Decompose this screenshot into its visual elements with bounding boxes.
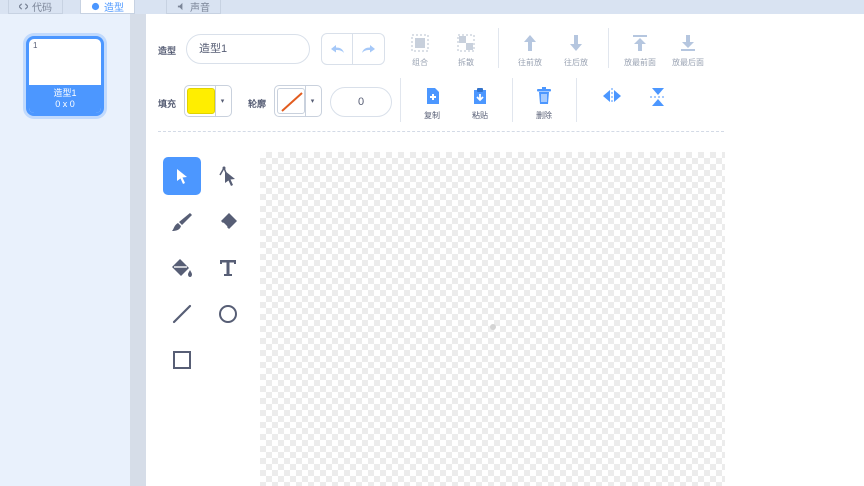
- paint-editor: 造型 造型1 组合 拆散 往前放 往后放 放最前面 放最后面 填充 ▾ 轮廓 ▾…: [146, 14, 864, 486]
- toolbar-divider: [576, 78, 577, 122]
- back-button[interactable]: 放最后面: [668, 31, 708, 71]
- toolbar-divider: [400, 78, 401, 122]
- ungroup-button[interactable]: 拆散: [446, 31, 486, 71]
- brush-icon: [172, 213, 192, 231]
- reshape-tool[interactable]: [209, 157, 247, 195]
- outline-label: 轮廓: [248, 99, 267, 109]
- arrow-up-icon: [524, 35, 536, 51]
- text-t-icon: [220, 260, 236, 276]
- flip-horizontal-icon: [603, 88, 621, 104]
- trash-icon: [537, 87, 551, 104]
- eraser-icon: [221, 213, 237, 229]
- undo-icon: [331, 45, 344, 53]
- paste-button[interactable]: 粘贴: [460, 84, 500, 124]
- costume-list: 1 造型1 0 x 0: [0, 14, 130, 486]
- costume-icon: [91, 2, 100, 11]
- costume-item[interactable]: 1 造型1 0 x 0: [26, 36, 104, 116]
- tab-sound-label: 声音: [190, 3, 210, 14]
- arrow-down-icon: [570, 35, 582, 51]
- reshape-icon: [219, 166, 235, 186]
- fill-label: 填充: [158, 99, 177, 109]
- rectangle-tool[interactable]: [163, 341, 201, 379]
- canvas-center-marker: [490, 324, 496, 330]
- undo-button[interactable]: [321, 33, 353, 65]
- tab-sound[interactable]: 声音: [166, 0, 221, 14]
- flip-vertical-button[interactable]: [638, 84, 678, 124]
- costume-name: 造型1: [53, 88, 77, 98]
- circle-icon: [219, 305, 237, 323]
- costume-name-label: 造型: [158, 46, 177, 56]
- costume-index: 1: [33, 41, 38, 50]
- outline-color-picker[interactable]: ▾: [274, 85, 322, 117]
- paste-caption: 粘贴: [472, 111, 488, 120]
- group-caption: 组合: [412, 58, 428, 67]
- flip-vertical-icon: [650, 88, 666, 106]
- ungroup-icon: [457, 34, 475, 52]
- rectangle-icon: [173, 351, 191, 369]
- drawing-canvas[interactable]: [260, 152, 725, 486]
- costume-size: 0 x 0: [55, 99, 75, 109]
- tab-bar: 代码 造型 声音: [0, 0, 864, 14]
- cursor-arrow-icon: [177, 169, 187, 184]
- backward-button[interactable]: 往后放: [556, 31, 596, 71]
- outline-width-input[interactable]: 0: [330, 87, 392, 117]
- eraser-tool[interactable]: [209, 203, 247, 241]
- code-icon: [19, 3, 28, 10]
- send-to-back-icon: [681, 35, 695, 51]
- toolbar-divider: [608, 28, 609, 68]
- fill-tool[interactable]: [163, 249, 201, 287]
- fill-color-picker[interactable]: ▾: [184, 85, 232, 117]
- caret-down-icon: ▾: [305, 86, 319, 116]
- text-tool[interactable]: [209, 249, 247, 287]
- tab-code-label: 代码: [32, 3, 52, 14]
- line-icon: [172, 304, 192, 324]
- line-tool[interactable]: [163, 295, 201, 333]
- forward-button[interactable]: 往前放: [510, 31, 550, 71]
- front-caption: 放最前面: [624, 58, 656, 67]
- bring-to-front-icon: [633, 35, 647, 51]
- toolbar-separator: [158, 131, 724, 132]
- undo-redo-group: [321, 33, 385, 65]
- group-button[interactable]: 组合: [400, 31, 440, 71]
- copy-caption: 复制: [424, 111, 440, 120]
- flip-horizontal-button[interactable]: [592, 84, 632, 124]
- group-icon: [411, 34, 429, 52]
- back-caption: 放最后面: [672, 58, 704, 67]
- circle-tool[interactable]: [209, 295, 247, 333]
- tab-costume-label: 造型: [104, 3, 124, 14]
- caret-down-icon: ▾: [215, 86, 229, 116]
- select-tool[interactable]: [163, 157, 201, 195]
- outline-swatch: [277, 88, 305, 114]
- ungroup-caption: 拆散: [458, 58, 474, 67]
- front-button[interactable]: 放最前面: [620, 31, 660, 71]
- no-color-slash-icon: [281, 92, 303, 112]
- costume-label: 造型1 0 x 0: [29, 85, 101, 113]
- backward-caption: 往后放: [564, 58, 588, 67]
- fill-swatch: [187, 88, 215, 114]
- tab-code[interactable]: 代码: [8, 0, 63, 14]
- costume-list-scrollbar[interactable]: [130, 14, 146, 486]
- paint-bucket-icon: [172, 259, 192, 277]
- redo-icon: [361, 45, 375, 53]
- forward-caption: 往前放: [518, 58, 542, 67]
- sound-icon: [177, 2, 183, 11]
- paste-icon: [474, 88, 486, 104]
- copy-icon: [427, 88, 439, 104]
- costume-name-input[interactable]: 造型1: [186, 34, 310, 64]
- copy-button[interactable]: 复制: [412, 84, 452, 124]
- delete-caption: 删除: [536, 111, 552, 120]
- toolbar-divider: [512, 78, 513, 122]
- redo-button[interactable]: [353, 33, 385, 65]
- delete-button[interactable]: 删除: [524, 84, 564, 124]
- toolbar-divider: [498, 28, 499, 68]
- brush-tool[interactable]: [163, 203, 201, 241]
- tab-costume[interactable]: 造型: [80, 0, 135, 14]
